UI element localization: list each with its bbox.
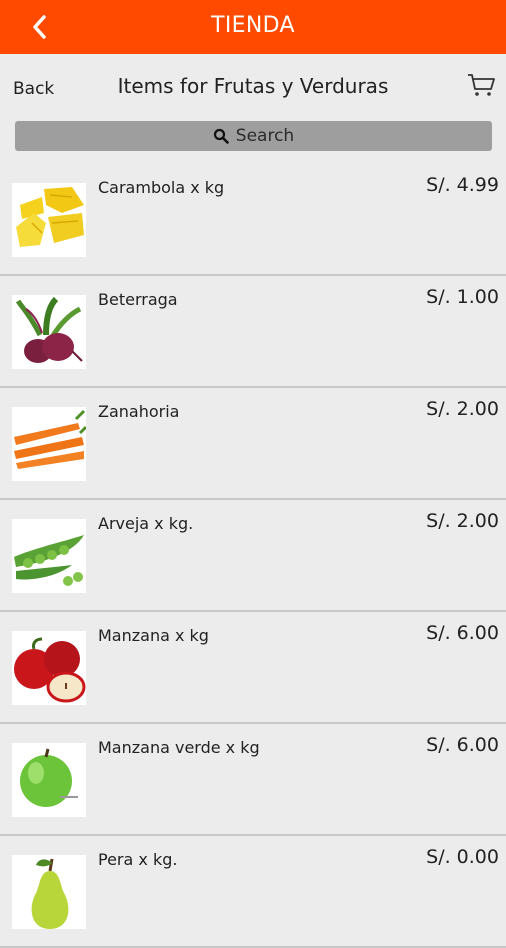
product-list: Carambola x kg S/. 4.99 Beterraga S/. 1.… [0, 164, 506, 948]
app-header: TIENDA [0, 0, 506, 54]
back-button[interactable]: Back [13, 79, 54, 99]
product-name: Carambola x kg [98, 178, 225, 197]
product-price: S/. 6.00 [426, 734, 499, 756]
pear-image [12, 855, 86, 929]
product-name: Manzana verde x kg [98, 738, 260, 757]
subheader: Back Items for Frutas y Verduras Search [0, 54, 506, 165]
product-price: S/. 1.00 [426, 286, 499, 308]
cart-icon[interactable] [466, 72, 496, 98]
page-title: Items for Frutas y Verduras [117, 74, 389, 98]
product-price: S/. 6.00 [426, 622, 499, 644]
search-button[interactable]: Search [15, 121, 492, 151]
search-icon [213, 128, 229, 144]
carrot-image [12, 407, 86, 481]
beet-image [12, 295, 86, 369]
product-price: S/. 2.00 [426, 398, 499, 420]
list-item[interactable]: Manzana verde x kg S/. 6.00 [0, 724, 506, 836]
list-item[interactable]: Zanahoria S/. 2.00 [0, 388, 506, 500]
product-name: Arveja x kg. [98, 514, 194, 533]
product-name: Zanahoria [98, 402, 180, 421]
list-item[interactable]: Arveja x kg. S/. 2.00 [0, 500, 506, 612]
product-name: Manzana x kg [98, 626, 209, 645]
app-title: TIENDA [211, 13, 295, 38]
peas-image [12, 519, 86, 593]
red-apple-image [12, 631, 86, 705]
product-price: S/. 4.99 [426, 174, 499, 196]
product-name: Pera x kg. [98, 850, 178, 869]
product-name: Beterraga [98, 290, 178, 309]
list-item[interactable]: Pera x kg. S/. 0.00 [0, 836, 506, 948]
list-item[interactable]: Beterraga S/. 1.00 [0, 276, 506, 388]
search-label: Search [235, 126, 295, 146]
green-apple-image [12, 743, 86, 817]
list-item[interactable]: Manzana x kg S/. 6.00 [0, 612, 506, 724]
carambola-image [12, 183, 86, 257]
product-price: S/. 0.00 [426, 846, 499, 868]
product-price: S/. 2.00 [426, 510, 499, 532]
list-item[interactable]: Carambola x kg S/. 4.99 [0, 164, 506, 276]
